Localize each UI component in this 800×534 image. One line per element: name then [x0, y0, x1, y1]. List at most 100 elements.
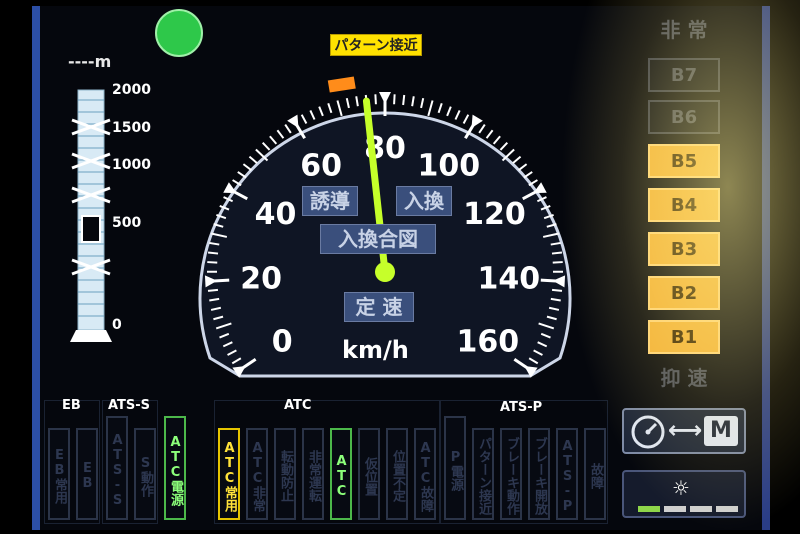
brake-notch-b2: B2 [648, 276, 720, 310]
speed-tick [411, 96, 415, 107]
brightness-level-3 [690, 506, 712, 512]
lamp-p-power: P電源 [444, 416, 466, 520]
ats-p-section-label: ATS-P [500, 400, 543, 415]
left-bezel [32, 6, 40, 530]
teisoku-tag: 定 速 [344, 292, 414, 322]
irekae-tag: 入換 [396, 186, 452, 216]
major-tick-marker [471, 114, 483, 128]
brake-notch-b1: B1 [648, 320, 720, 354]
right-bezel [762, 6, 770, 530]
speed-tick [269, 135, 278, 145]
brightness-level-2 [664, 506, 686, 512]
speedometer: 020406080100120140160 [198, 76, 572, 378]
pattern-speed-marker [327, 76, 356, 93]
lamp-atc-normal: ATC常用 [218, 428, 240, 520]
brake-notch-b5: B5 [648, 144, 720, 178]
mode-switch-button[interactable]: ⟷ M [622, 408, 746, 454]
distance-readout: ----m [68, 52, 112, 71]
speed-tick-label: 100 [418, 149, 481, 184]
speed-tick [207, 261, 218, 264]
speed-tick-label: 120 [463, 197, 526, 232]
speed-tick [374, 94, 377, 105]
speed-tick [454, 109, 461, 120]
brake-yokusoku: 抑 速 [660, 366, 708, 390]
speed-tick [300, 114, 308, 124]
lamp-atc-emergency: ATC非常 [246, 428, 268, 520]
brake-emergency: 非 常 [660, 18, 708, 42]
major-tick-marker [379, 92, 391, 104]
speed-tick [512, 155, 522, 164]
lamp-pattern-approach: パターン接近 [472, 428, 494, 520]
speed-unit: km/h [342, 336, 409, 364]
speed-tick [355, 96, 359, 107]
lamp-atc-power: ATC電源 [164, 416, 186, 520]
speed-tick [327, 102, 333, 114]
brightness-button[interactable]: ☼ [622, 470, 746, 518]
brake-notch-b7: B7 [648, 58, 720, 92]
speed-tick [492, 135, 501, 145]
speed-tick-label: 160 [456, 324, 519, 359]
speed-tick [242, 163, 252, 171]
speed-tick [248, 155, 258, 164]
lamp-brake-active: ブレーキ動作 [500, 428, 522, 520]
speed-tick [523, 171, 533, 179]
lamp-s-operation: S動作 [134, 428, 156, 520]
sun-icon: ☼ [672, 476, 690, 500]
lamp-eb-normal: EB常用 [48, 428, 70, 520]
irekae-aizu-tag: 入換合図 [320, 224, 436, 254]
brightness-level-4 [716, 506, 738, 512]
brightness-level-1 [638, 506, 660, 512]
atc-section-label: ATC [284, 398, 312, 413]
gauge-icon [631, 415, 665, 449]
speed-tick [437, 102, 443, 114]
speed-tick-label: 140 [478, 261, 541, 296]
lamp-position-unknown: 位置不定 [386, 428, 408, 520]
speed-tick [276, 129, 285, 139]
brake-notch-b3: B3 [648, 232, 720, 266]
ats-atc-display: ----m 2000 1500 1000 500 0 パターン接近 0 20 4… [0, 0, 800, 534]
lamp-provisional-position: 仮位置 [358, 428, 380, 520]
speed-tick-label: 0 [272, 324, 293, 359]
speed-tick-label: 20 [240, 261, 282, 296]
speed-tick [336, 100, 343, 117]
speed-tick [446, 106, 452, 117]
speed-tick [237, 171, 247, 179]
distance-scale-label: 0 [112, 317, 122, 333]
switch-arrow-icon: ⟷ [668, 416, 703, 444]
lamp-emergency-run: 非常運転 [302, 428, 324, 520]
speed-tick [402, 94, 406, 106]
speed-tick [427, 100, 434, 117]
lamp-ats-p-fault: 故障 [584, 428, 606, 520]
distance-scale-label: 1000 [112, 157, 151, 173]
speed-tick [551, 288, 563, 292]
speed-tick [345, 97, 350, 109]
speed-tick [518, 163, 528, 171]
speed-tick [284, 124, 292, 134]
speed-tick [551, 251, 563, 255]
major-tick-marker [287, 114, 299, 128]
speed-tick [420, 97, 425, 109]
m-icon: M [704, 416, 738, 446]
speed-tick [207, 288, 219, 292]
distance-scale-label: 500 [112, 215, 142, 231]
eb-section-label: EB [62, 398, 81, 413]
speed-tick [207, 251, 219, 255]
lamp-ats-p: ATS-P [556, 428, 578, 520]
speed-tick [552, 261, 563, 264]
lamp-atc: ATC [330, 428, 352, 520]
ats-s-section-label: ATS-S [108, 398, 151, 413]
speed-tick [309, 109, 316, 120]
distance-scale-label: 2000 [112, 82, 151, 98]
speed-tick [462, 114, 470, 124]
lamp-eb: EB [76, 428, 98, 520]
lamp-brake-release: ブレーキ開放 [528, 428, 550, 520]
speed-tick [478, 124, 486, 134]
speed-tick-label: 40 [255, 197, 297, 232]
lamp-ats-s: ATS-S [106, 416, 128, 520]
speed-tick-label: 60 [300, 149, 342, 184]
brake-notch-b4: B4 [648, 188, 720, 222]
speed-tick [393, 94, 396, 105]
distance-scale-label: 1500 [112, 120, 151, 136]
speed-tick [261, 141, 271, 151]
speed-tick [485, 129, 494, 139]
